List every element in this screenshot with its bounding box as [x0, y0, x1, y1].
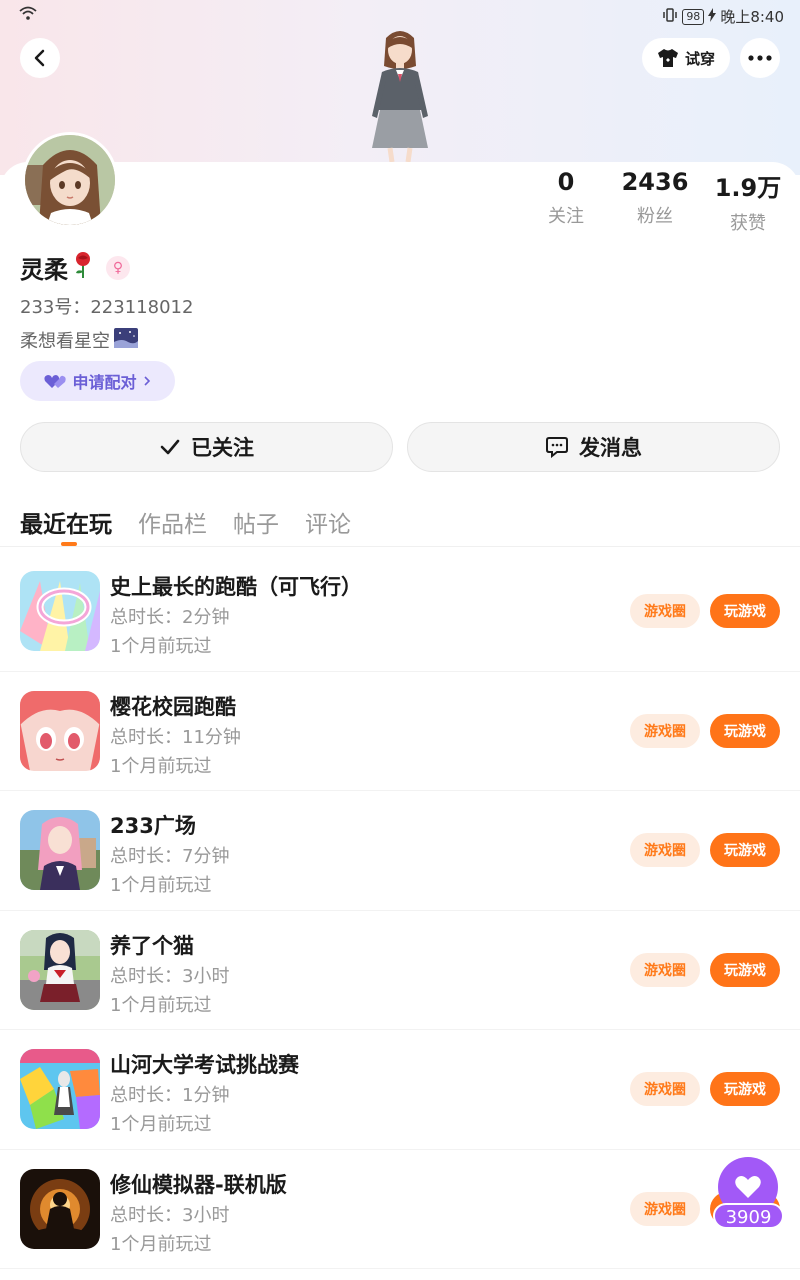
- game-duration: 总时长：3小时: [110, 1204, 230, 1226]
- stat-fans-label: 粉丝: [637, 206, 673, 227]
- game-duration: 总时长：2分钟: [110, 607, 230, 628]
- nickname-row: 灵柔 ♀: [20, 250, 130, 285]
- game-row[interactable]: 史上最长的跑酷（可飞行） 总时长：2分钟 1个月前玩过 游戏圈 玩游戏: [0, 552, 800, 672]
- double-heart-icon: [44, 375, 67, 388]
- back-button[interactable]: [20, 38, 60, 78]
- game-duration: 总时长：7分钟: [110, 846, 230, 867]
- bio-text: 柔想看星空: [20, 331, 110, 352]
- apply-pair-label: 申请配对: [72, 373, 137, 392]
- game-name: 养了个猫: [110, 933, 194, 958]
- heart-icon: [735, 1176, 761, 1198]
- game-name: 史上最长的跑酷（可飞行）: [110, 575, 362, 599]
- game-row[interactable]: 养了个猫 总时长：3小时 1个月前玩过 游戏圈 玩游戏: [0, 911, 800, 1030]
- play-game-button[interactable]: 玩游戏: [710, 1072, 780, 1106]
- more-button[interactable]: [740, 38, 780, 78]
- rose-icon: [72, 251, 94, 285]
- user-id-value: 223118012: [90, 297, 194, 318]
- bio: 柔想看星空: [20, 327, 138, 353]
- user-id[interactable]: 233号：223118012: [20, 293, 193, 319]
- game-name: 233广场: [110, 814, 196, 838]
- tab-works[interactable]: 作品栏: [138, 505, 207, 545]
- tab-divider: [0, 546, 800, 547]
- status-bar: 98 晚上8:40: [0, 0, 800, 30]
- recent-games-list: 史上最长的跑酷（可飞行） 总时长：2分钟 1个月前玩过 游戏圈 玩游戏 樱花校园…: [0, 552, 800, 1269]
- stat-following[interactable]: 0 关注: [521, 168, 611, 228]
- charging-icon: [708, 7, 717, 26]
- play-game-button[interactable]: 玩游戏: [710, 952, 780, 987]
- send-message-button[interactable]: 发消息: [407, 422, 780, 472]
- tab-posts[interactable]: 帖子: [233, 505, 279, 545]
- more-dots-icon: [748, 55, 772, 61]
- tab-comments[interactable]: 评论: [305, 505, 351, 545]
- game-row[interactable]: 樱花校园跑酷 总时长：11分钟 1个月前玩过 游戏圈 玩游戏: [0, 672, 800, 791]
- stat-following-label: 关注: [548, 206, 584, 227]
- game-row[interactable]: 233广场 总时长：7分钟 1个月前玩过 游戏圈 玩游戏: [0, 791, 800, 911]
- send-message-label: 发消息: [579, 436, 642, 460]
- profile-stats: 0 关注 2436 粉丝 1.9万 获赞: [0, 168, 800, 235]
- chat-bubble-icon: [546, 437, 568, 458]
- nickname: 灵柔: [20, 256, 68, 284]
- game-circle-button[interactable]: 游戏圈: [630, 833, 700, 867]
- try-on-button[interactable]: 试穿: [642, 38, 730, 78]
- game-row[interactable]: 山河大学考试挑战赛 总时长：1分钟 1个月前玩过 游戏圈 玩游戏: [0, 1030, 800, 1150]
- stat-following-value: 0: [557, 168, 575, 196]
- game-last-played: 1个月前玩过: [110, 875, 212, 896]
- game-name: 山河大学考试挑战赛: [110, 1053, 299, 1077]
- female-gender-icon: ♀: [106, 255, 130, 280]
- play-game-button[interactable]: 玩游戏: [710, 713, 780, 748]
- stat-fans-value: 2436: [621, 168, 689, 196]
- chevron-right-icon: [143, 376, 150, 386]
- floating-like-count: 3909: [713, 1203, 784, 1229]
- try-on-label: 试穿: [684, 49, 715, 68]
- game-last-played: 1个月前玩过: [110, 994, 212, 1016]
- game-duration: 总时长：1分钟: [110, 1085, 230, 1106]
- stat-fans[interactable]: 2436 粉丝: [610, 168, 700, 228]
- vibrate-icon: [662, 7, 678, 27]
- stat-likes-value: 1.9万: [714, 174, 782, 202]
- pink-hair-girl-icon[interactable]: [20, 810, 100, 890]
- game-circle-button[interactable]: 游戏圈: [630, 1191, 700, 1226]
- apply-pair-button[interactable]: 申请配对: [20, 361, 175, 401]
- game-circle-button[interactable]: 游戏圈: [630, 713, 700, 748]
- play-game-button[interactable]: 玩游戏: [710, 594, 780, 628]
- stat-likes-label: 获赞: [730, 213, 766, 234]
- game-last-played: 1个月前玩过: [110, 755, 212, 777]
- colorful-blocks-icon[interactable]: [20, 1049, 100, 1129]
- play-game-button[interactable]: 玩游戏: [710, 833, 780, 867]
- profile-tabs: 最近在玩 作品栏 帖子 评论: [20, 505, 351, 545]
- game-last-played: 1个月前玩过: [110, 1114, 212, 1135]
- clock: 晚上8:40: [720, 8, 784, 26]
- rainbow-spiral-icon[interactable]: [20, 571, 100, 651]
- game-name: 修仙模拟器-联机版: [110, 1172, 287, 1197]
- game-duration: 总时长：11分钟: [110, 726, 241, 748]
- game-row[interactable]: 修仙模拟器-联机版 总时长：3小时 1个月前玩过 游戏圈 玩游戏: [0, 1150, 800, 1269]
- user-id-label: 233号：: [20, 297, 91, 318]
- chevron-left-icon: [34, 49, 45, 67]
- followed-button[interactable]: 已关注: [20, 422, 393, 472]
- school-girl-icon[interactable]: [20, 929, 100, 1010]
- game-last-played: 1个月前玩过: [110, 1233, 212, 1255]
- game-duration: 总时长：3小时: [110, 965, 230, 987]
- game-last-played: 1个月前玩过: [110, 636, 212, 657]
- game-circle-button[interactable]: 游戏圈: [630, 952, 700, 987]
- meditating-monk-icon[interactable]: [20, 1168, 100, 1249]
- wifi-icon: [18, 5, 38, 25]
- followed-label: 已关注: [191, 436, 254, 460]
- checkmark-icon: [160, 439, 180, 455]
- game-circle-button[interactable]: 游戏圈: [630, 1072, 700, 1106]
- stat-likes[interactable]: 1.9万 获赞: [703, 168, 793, 235]
- game-circle-button[interactable]: 游戏圈: [630, 594, 700, 628]
- battery-indicator: 98: [682, 8, 705, 25]
- avatar-character-figure: [352, 28, 448, 164]
- tab-recently-played[interactable]: 最近在玩: [20, 505, 112, 545]
- anime-girl-icon[interactable]: [20, 690, 100, 771]
- night-sky-icon: [114, 327, 138, 353]
- game-name: 樱花校园跑酷: [110, 694, 236, 719]
- tshirt-icon: [657, 49, 678, 67]
